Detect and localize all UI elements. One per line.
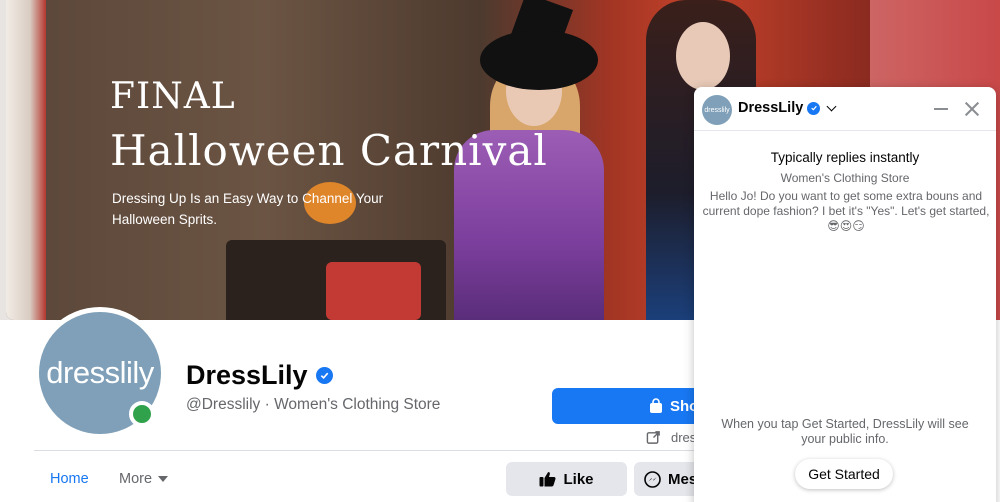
messenger-chat-window: dresslily DressLily Typically replies in… bbox=[694, 87, 996, 502]
curtain-decoration bbox=[6, 0, 46, 320]
chat-title[interactable]: DressLily bbox=[738, 100, 837, 116]
external-link-icon bbox=[646, 431, 660, 444]
witch-hat bbox=[480, 30, 598, 90]
page-handle: @Dresslily · Women's Clothing Store bbox=[186, 396, 441, 413]
facebook-page: FINAL Halloween Carnival Dressing Up Is … bbox=[0, 0, 1000, 502]
chat-avatar[interactable]: dresslily bbox=[702, 95, 732, 125]
like-button[interactable]: Like bbox=[506, 462, 627, 496]
minimize-icon[interactable] bbox=[934, 108, 948, 110]
cover-title-line2: Halloween Carnival bbox=[110, 126, 548, 175]
like-button-label: Like bbox=[563, 470, 594, 488]
website-link-text: dres bbox=[671, 430, 697, 445]
chevron-down-icon bbox=[826, 101, 837, 111]
messenger-icon bbox=[644, 470, 661, 488]
chat-avatar-text: dresslily bbox=[704, 106, 730, 114]
chat-greeting-message: Hello Jo! Do you want to get some extra … bbox=[702, 189, 990, 233]
verified-badge-icon bbox=[315, 367, 333, 384]
online-status-dot bbox=[129, 401, 155, 427]
tab-home[interactable]: Home bbox=[50, 471, 89, 487]
close-icon[interactable] bbox=[962, 99, 982, 119]
get-started-button[interactable]: Get Started bbox=[795, 459, 893, 489]
chat-name-text: DressLily bbox=[738, 100, 804, 116]
shopping-bag-icon bbox=[650, 398, 662, 413]
chat-response-time: Typically replies instantly bbox=[770, 150, 920, 165]
caret-down-icon bbox=[158, 476, 169, 482]
shop-button[interactable]: Sho bbox=[552, 388, 712, 424]
verified-badge-icon bbox=[807, 101, 821, 115]
message-button-label: Mes bbox=[668, 470, 698, 488]
thumbs-up-icon bbox=[539, 472, 557, 487]
cover-bag-decoration bbox=[326, 262, 421, 320]
tab-more[interactable]: More bbox=[119, 471, 169, 487]
chat-category: Women's Clothing Store bbox=[780, 171, 910, 185]
section-divider bbox=[34, 450, 714, 451]
tab-more-label: More bbox=[119, 471, 153, 487]
website-link[interactable]: dres bbox=[646, 430, 696, 445]
avatar-logo-text: dresslily bbox=[46, 355, 154, 390]
cover-subtitle: Dressing Up Is an Easy Way to Channel Yo… bbox=[112, 191, 384, 227]
page-name-text: DressLily bbox=[186, 360, 308, 390]
cover-title-line1: FINAL bbox=[110, 76, 236, 117]
chat-header: dresslily DressLily bbox=[694, 87, 996, 131]
second-model-face bbox=[676, 22, 730, 90]
page-title: DressLily bbox=[186, 360, 333, 391]
chat-privacy-info: When you tap Get Started, DressLily will… bbox=[721, 417, 969, 446]
